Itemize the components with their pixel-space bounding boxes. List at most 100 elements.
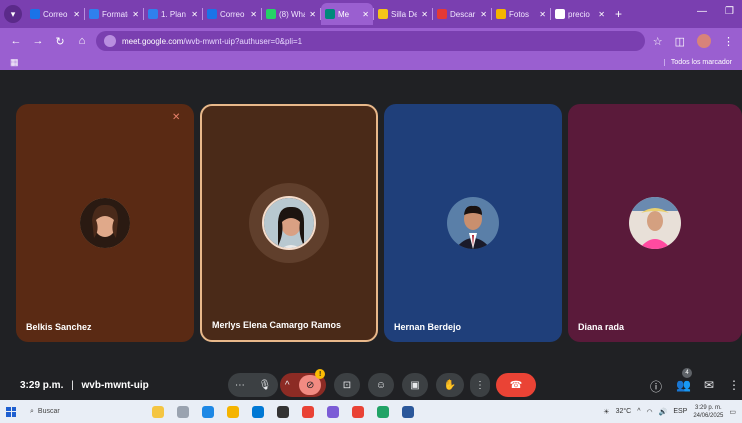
participant-name: Diana rada — [578, 322, 625, 332]
windows-start-icon[interactable] — [6, 406, 16, 417]
address-bar[interactable]: meet.google.com/wvb-mwnt-uip?authuser=0&… — [96, 31, 645, 51]
taskbar-clock[interactable]: 3:29 p. m. 24/06/2025 — [693, 404, 723, 420]
tab-favicon-icon — [555, 9, 565, 19]
url-host: meet.google.com — [122, 36, 184, 46]
profile-avatar[interactable] — [697, 34, 711, 48]
video-options-chevron-icon[interactable]: ^ — [285, 380, 290, 391]
language-indicator[interactable]: ESP — [673, 408, 687, 415]
chat-icon[interactable]: ✉ — [704, 378, 714, 392]
participant-tile-active-speaker[interactable]: Merlys Elena Camargo Ramos — [200, 104, 378, 342]
audio-options-icon[interactable]: ⋯ — [235, 380, 245, 391]
browser-tab-active[interactable]: Me ✕ — [321, 3, 373, 25]
captions-button[interactable]: ▣ — [402, 373, 428, 397]
participant-avatar — [447, 197, 499, 249]
browser-tab[interactable]: Fotos ✕ — [492, 3, 550, 25]
tab-close-icon[interactable]: ✕ — [309, 10, 316, 19]
participant-tile[interactable]: ✕ Belkis Sanchez — [16, 104, 194, 342]
present-screen-button[interactable]: ⊡ — [334, 373, 360, 397]
site-info-icon[interactable] — [104, 35, 116, 47]
tab-favicon-icon — [148, 9, 158, 19]
tab-favicon-icon — [496, 9, 506, 19]
notifications-icon[interactable]: ▭ — [729, 408, 736, 416]
more-options-icon: ⋮ — [475, 379, 485, 391]
back-icon[interactable]: ← — [8, 35, 24, 47]
chrome-profile-icon[interactable] — [352, 405, 364, 418]
photos-icon[interactable] — [327, 405, 339, 418]
tab-close-icon[interactable]: ✕ — [539, 10, 546, 19]
tab-favicon-icon — [89, 9, 99, 19]
tab-close-icon[interactable]: ✕ — [191, 10, 198, 19]
participant-name: Merlys Elena Camargo Ramos — [212, 320, 342, 330]
tab-close-icon[interactable]: ✕ — [73, 10, 80, 19]
tab-close-icon[interactable]: ✕ — [480, 10, 487, 19]
browser-tab[interactable]: Descar ✕ — [433, 3, 491, 25]
forward-icon[interactable]: → — [30, 35, 46, 47]
browser-tab[interactable]: Correo ✕ — [26, 3, 84, 25]
tab-favicon-icon — [207, 9, 217, 19]
extensions-icon[interactable]: ◫ — [675, 35, 685, 48]
browser-tab[interactable]: Silla De ✕ — [374, 3, 432, 25]
tab-title: Fotos — [509, 9, 530, 19]
minimize-icon[interactable]: — — [697, 6, 707, 17]
browser-tab[interactable]: (8) Wha ✕ — [262, 3, 320, 25]
outlook-icon[interactable] — [252, 405, 264, 418]
microphone-icon[interactable]: 🎙 — [258, 380, 271, 391]
bookmark-star-icon[interactable]: ☆ — [653, 35, 663, 48]
participant-tile[interactable]: Hernan Berdejo — [384, 104, 562, 342]
participant-tile[interactable]: Diana rada — [568, 104, 742, 342]
task-view-icon[interactable] — [177, 405, 189, 418]
tab-favicon-icon — [378, 9, 388, 19]
reload-icon[interactable]: ↻ — [52, 35, 68, 48]
maximize-icon[interactable]: ❐ — [725, 6, 734, 17]
system-tray: ☀ 32°C ^ ◠ 🔊 ESP 3:29 p. m. 24/06/2025 ▭ — [603, 404, 742, 420]
camera-off-button[interactable]: ⊘ ! — [299, 369, 326, 395]
word-icon[interactable] — [402, 405, 414, 418]
new-tab-button[interactable]: + — [615, 7, 622, 21]
raise-hand-button[interactable]: ✋ — [436, 373, 464, 397]
browser-tab[interactable]: precio ✕ — [551, 3, 609, 25]
browser-tab[interactable]: 1. Plan ✕ — [144, 3, 202, 25]
temperature: 32°C — [615, 408, 632, 415]
copilot-icon[interactable] — [152, 405, 164, 418]
browser-tab[interactable]: Correo ✕ — [203, 3, 261, 25]
participant-avatar — [80, 198, 130, 248]
tab-favicon-icon — [30, 9, 40, 19]
tab-title: Correo — [220, 9, 245, 19]
tab-title: Descar — [450, 9, 476, 19]
weather-icon[interactable]: ☀ — [603, 408, 609, 416]
edge-icon[interactable] — [202, 405, 214, 418]
security-icon[interactable] — [277, 405, 289, 418]
volume-icon[interactable]: 🔊 — [659, 408, 668, 416]
tab-close-icon[interactable]: ✕ — [362, 10, 369, 19]
all-bookmarks-folder[interactable]: Todos los marcador — [663, 58, 732, 66]
present-screen-icon: ⊡ — [342, 379, 352, 391]
tab-search-icon[interactable]: ▾ — [4, 5, 22, 23]
reactions-button[interactable]: ☺ — [368, 373, 394, 397]
activities-icon[interactable]: ⋮⋮ — [728, 378, 742, 392]
tab-title: Silla De — [391, 9, 418, 19]
chrome-icon[interactable] — [302, 405, 314, 418]
people-icon[interactable]: 👥 — [676, 378, 691, 392]
participant-count-badge: 4 — [682, 368, 692, 378]
tab-close-icon[interactable]: ✕ — [250, 10, 257, 19]
tab-title: (8) Wha — [279, 9, 306, 19]
excel-icon[interactable] — [377, 405, 389, 418]
meeting-controls-bar: 3:29 p.m. | wvb-mwnt-uip ⋯ 🎙 ^ ⊘ ! ⊡ ☺ ▣… — [0, 368, 742, 400]
camera-off-icon: ⊘ — [305, 379, 315, 391]
tab-close-icon[interactable]: ✕ — [598, 10, 605, 19]
window-controls: — ❐ — [697, 6, 734, 17]
file-explorer-icon[interactable] — [227, 405, 239, 418]
leave-call-button[interactable]: ☎ — [496, 373, 536, 397]
audio-control-group: ⋯ 🎙 — [228, 373, 278, 397]
home-icon[interactable]: ⌂ — [74, 35, 90, 47]
apps-grid-icon[interactable]: ▦ — [10, 57, 20, 67]
wifi-icon[interactable]: ◠ — [647, 408, 653, 416]
tray-overflow-icon[interactable]: ^ — [637, 408, 640, 415]
more-options-button[interactable]: ⋮ — [470, 373, 490, 397]
tab-close-icon[interactable]: ✕ — [132, 10, 139, 19]
taskbar-search[interactable]: ⌕ Buscar — [30, 408, 140, 416]
browser-menu-icon[interactable]: ⋮ — [723, 35, 734, 48]
meeting-info-icon[interactable]: ⓘ — [650, 378, 662, 395]
tab-close-icon[interactable]: ✕ — [421, 10, 428, 19]
browser-tab[interactable]: Formato ✕ — [85, 3, 143, 25]
